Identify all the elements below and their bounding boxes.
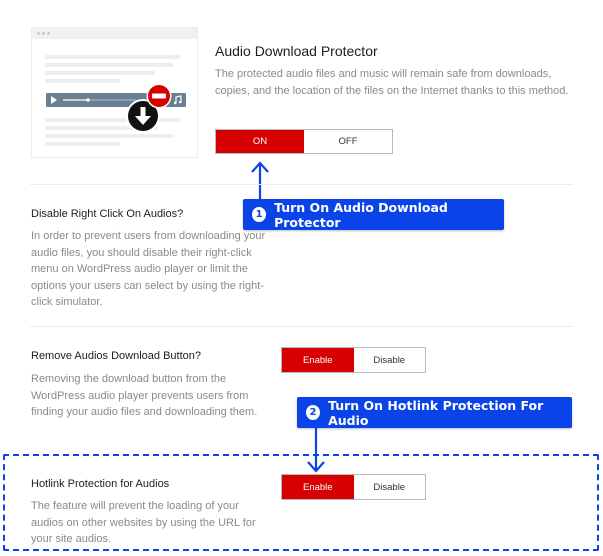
callout-number: 1 [252, 207, 267, 222]
disable-button[interactable]: Disable [354, 475, 426, 499]
setting-label-right-click: Disable Right Click On Audios? [31, 208, 184, 220]
main-setting-description: The protected audio files and music will… [215, 68, 569, 97]
setting-description-hotlink: The feature will prevent the loading of … [31, 500, 256, 545]
enable-button[interactable]: Enable [282, 475, 354, 499]
disable-button[interactable]: Disable [354, 348, 426, 372]
setting-description-right-click: In order to prevent users from downloadi… [31, 230, 266, 308]
text-placeholder-line [45, 63, 173, 67]
enable-button[interactable]: Enable [282, 348, 354, 372]
window-dot [47, 32, 50, 35]
main-setting-title: Audio Download Protector [215, 43, 378, 59]
divider [30, 184, 573, 185]
setting-description-download-button: Removing the download button from the Wo… [31, 373, 258, 418]
download-button-toggle[interactable]: Enable Disable [281, 347, 426, 373]
setting-label-hotlink: Hotlink Protection for Audios [31, 478, 170, 490]
callout-text: Turn On Audio Download Protector [274, 199, 448, 230]
text-placeholder-line [45, 71, 155, 75]
arrow-up-icon [251, 161, 269, 204]
setting-label-download-button: Remove Audios Download Button? [31, 350, 201, 362]
window-dot [37, 32, 40, 35]
text-placeholder-line [45, 134, 173, 138]
off-button[interactable]: OFF [304, 130, 392, 153]
audio-protector-toggle[interactable]: ON OFF [215, 129, 393, 154]
browser-bar [32, 28, 197, 39]
callout-1: 1 Turn On Audio Download Protector [243, 199, 504, 230]
music-note-icon [173, 95, 182, 105]
divider [30, 326, 573, 327]
no-entry-icon [146, 83, 172, 109]
hotlink-toggle[interactable]: Enable Disable [281, 474, 426, 500]
callout-text: Turn On Hotlink Protection For Audio [328, 397, 544, 428]
text-placeholder-line [45, 142, 120, 146]
text-placeholder-line [45, 79, 120, 83]
callout-2: 2 Turn On Hotlink Protection For Audio [297, 397, 572, 428]
text-placeholder-line [45, 55, 180, 59]
audio-protector-illustration [31, 27, 198, 158]
callout-number: 2 [306, 405, 321, 420]
window-dot [42, 32, 45, 35]
on-button[interactable]: ON [216, 130, 304, 153]
